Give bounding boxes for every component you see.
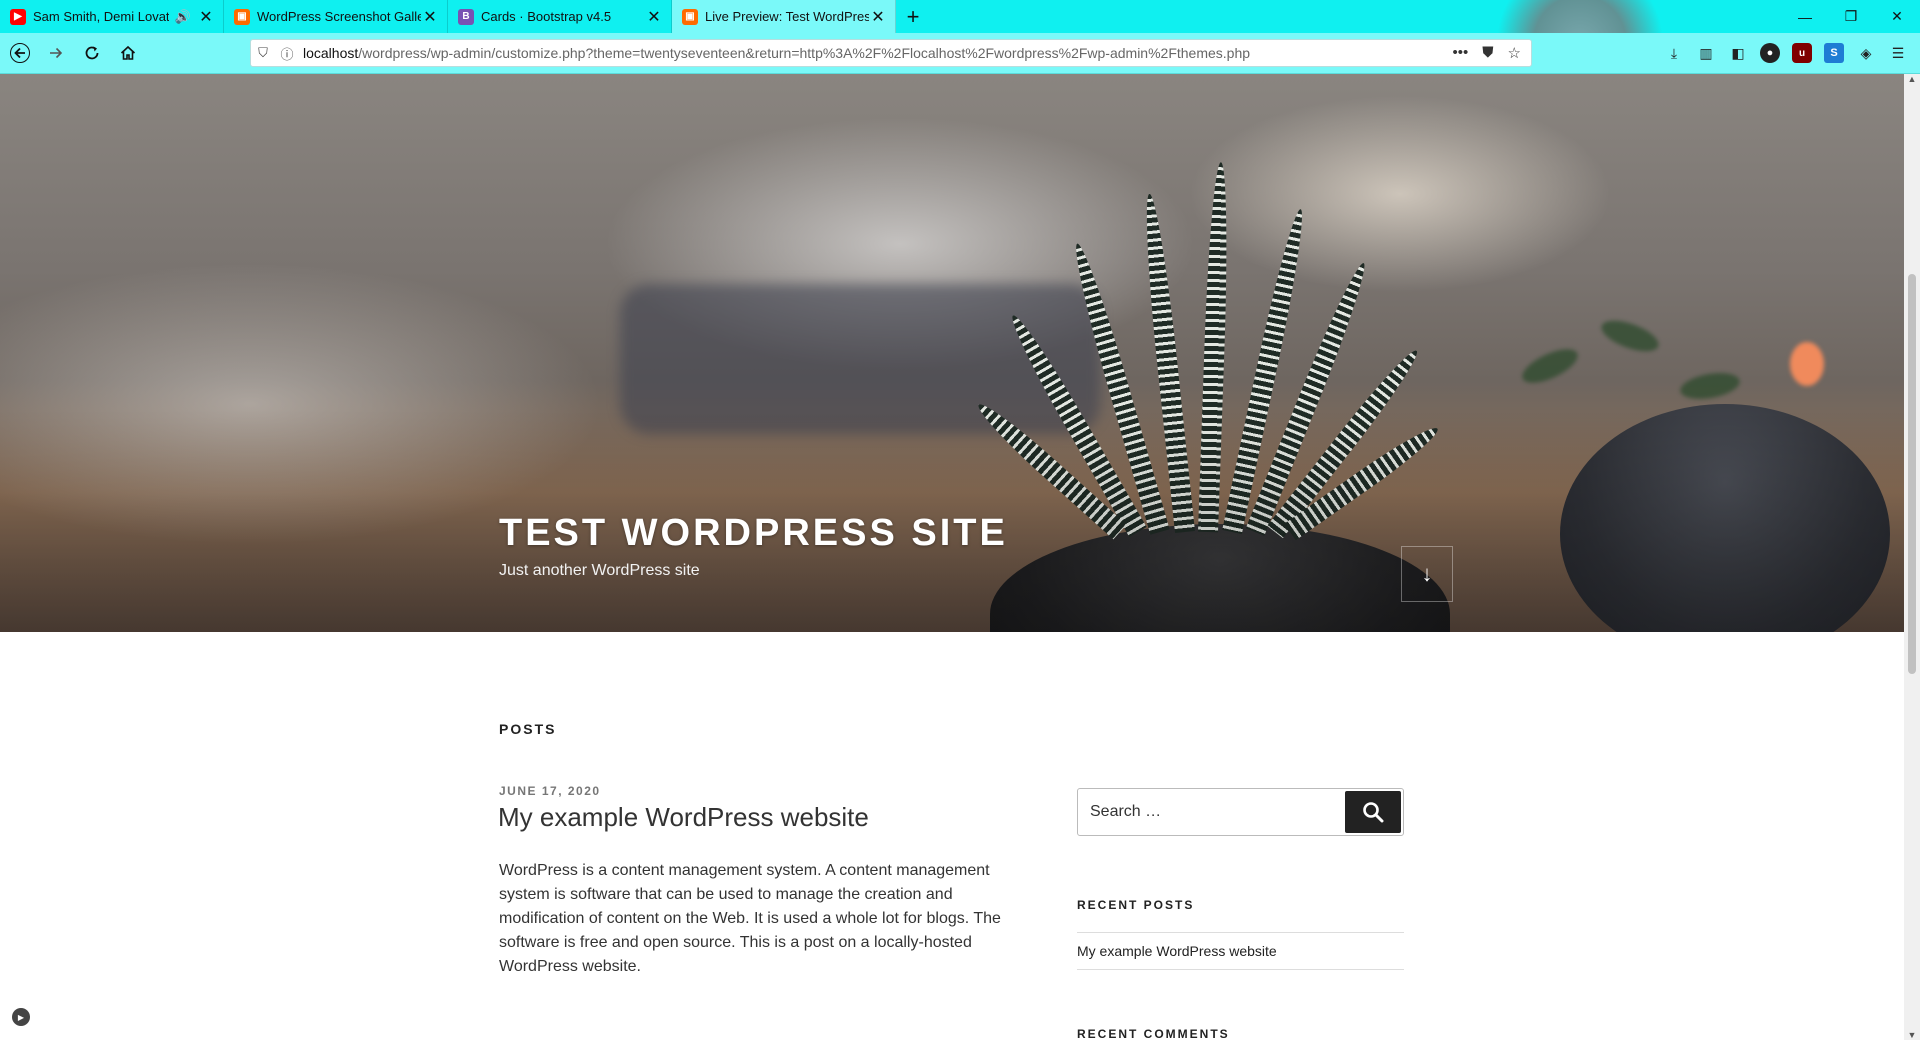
site-title[interactable]: TEST WORDPRESS SITE [499, 512, 1008, 555]
close-window-icon[interactable]: ✕ [1874, 0, 1920, 33]
tab-bar: ▶ Sam Smith, Demi Lovato - I'm Ready 🔊 ✕… [0, 0, 1920, 90]
recent-posts-list: My example WordPress website [1077, 932, 1404, 970]
restore-icon[interactable]: ❐ [1828, 0, 1874, 33]
forward-button[interactable] [40, 37, 72, 69]
close-icon[interactable]: ✕ [197, 7, 215, 27]
reload-button[interactable] [76, 37, 108, 69]
screenshot-icon: ▣ [682, 8, 698, 25]
speaker-icon[interactable]: 🔊 [175, 9, 191, 25]
tab-label: WordPress Screenshot Gallery [257, 9, 421, 24]
tab-label: Sam Smith, Demi Lovato - I'm Ready [33, 9, 169, 24]
scroll-down-arrow-icon[interactable]: ▼ [1904, 1030, 1920, 1040]
search-button[interactable] [1345, 791, 1401, 833]
tab-label: Live Preview: Test WordPress Site [705, 9, 869, 24]
more-actions-icon[interactable]: ••• [1453, 44, 1469, 62]
new-tab-button[interactable]: + [896, 0, 930, 33]
back-button[interactable] [4, 37, 36, 69]
shield-icon[interactable]: ⛉ [251, 45, 275, 61]
page-scrollbar[interactable]: ▲ ▼ [1904, 74, 1920, 1040]
post-date[interactable]: JUNE 17, 2020 [499, 784, 601, 798]
close-icon[interactable]: ✕ [421, 7, 439, 27]
scroll-up-arrow-icon[interactable]: ▲ [1904, 74, 1920, 84]
site-tagline: Just another WordPress site [499, 562, 700, 579]
extensions-toolbar: ⤓ ▥ ◧ ● u S ◈ ☰ [1664, 39, 1920, 67]
menu-icon[interactable]: ☰ [1888, 43, 1908, 63]
tab-label: Cards · Bootstrap v4.5 [481, 9, 612, 24]
bootstrap-icon: B [458, 8, 474, 25]
scroll-down-button[interactable]: ↓ [1401, 546, 1453, 602]
address-bar[interactable]: ⛉ ⓘ localhost/wordpress/wp-admin/customi… [250, 39, 1532, 67]
post-title[interactable]: My example WordPress website [498, 802, 869, 833]
home-button[interactable] [112, 37, 144, 69]
arrow-down-icon: ↓ [1421, 561, 1433, 586]
info-icon[interactable]: ⓘ [275, 44, 299, 63]
window-controls: — ❐ ✕ [1782, 0, 1920, 33]
play-icon[interactable]: ▶ [12, 1008, 30, 1026]
page-viewport: TEST WORDPRESS SITE Just another WordPre… [0, 74, 1904, 1040]
url-host: localhost [303, 45, 359, 61]
close-icon[interactable]: ✕ [645, 7, 663, 27]
screenshot-icon: ▣ [234, 8, 250, 25]
tab-youtube[interactable]: ▶ Sam Smith, Demi Lovato - I'm Ready 🔊 ✕ [0, 0, 224, 33]
url-text[interactable]: localhost/wordpress/wp-admin/customize.p… [299, 45, 1453, 61]
url-path: /wordpress/wp-admin/customize.php?theme=… [358, 45, 1251, 61]
scrollbar-thumb[interactable] [1908, 274, 1916, 674]
account-icon[interactable]: ● [1760, 43, 1780, 63]
tab-bootstrap-cards[interactable]: B Cards · Bootstrap v4.5 ✕ [448, 0, 672, 33]
downloads-icon[interactable]: ⤓ [1664, 43, 1684, 63]
nav-toolbar: ⛉ ⓘ localhost/wordpress/wp-admin/customi… [0, 33, 1920, 74]
close-icon[interactable]: ✕ [869, 7, 887, 27]
post-excerpt: WordPress is a content management system… [499, 862, 1001, 975]
search-input[interactable] [1078, 789, 1343, 835]
recent-comments-title: RECENT COMMENTS [1077, 1027, 1230, 1040]
search-icon [1363, 802, 1384, 823]
minimize-icon[interactable]: — [1782, 0, 1828, 33]
page-title: POSTS [499, 721, 557, 737]
tab-wordpress-gallery[interactable]: ▣ WordPress Screenshot Gallery ✕ [224, 0, 448, 33]
skype-icon[interactable]: S [1824, 43, 1844, 63]
recent-posts-title: RECENT POSTS [1077, 898, 1195, 912]
extension-icon[interactable]: ◈ [1856, 43, 1876, 63]
tab-live-preview[interactable]: ▣ Live Preview: Test WordPress Site ✕ [672, 0, 896, 33]
library-icon[interactable]: ▥ [1696, 43, 1716, 63]
sidebar-icon[interactable]: ◧ [1728, 43, 1748, 63]
recent-post-link[interactable]: My example WordPress website [1077, 943, 1404, 959]
ublock-icon[interactable]: u [1792, 43, 1812, 63]
bookmark-star-icon[interactable]: ☆ [1508, 44, 1521, 62]
pocket-icon[interactable]: ⛊ [1482, 44, 1493, 62]
header-image: TEST WORDPRESS SITE Just another WordPre… [0, 74, 1904, 632]
youtube-icon: ▶ [10, 8, 26, 25]
search-form [1077, 788, 1404, 836]
